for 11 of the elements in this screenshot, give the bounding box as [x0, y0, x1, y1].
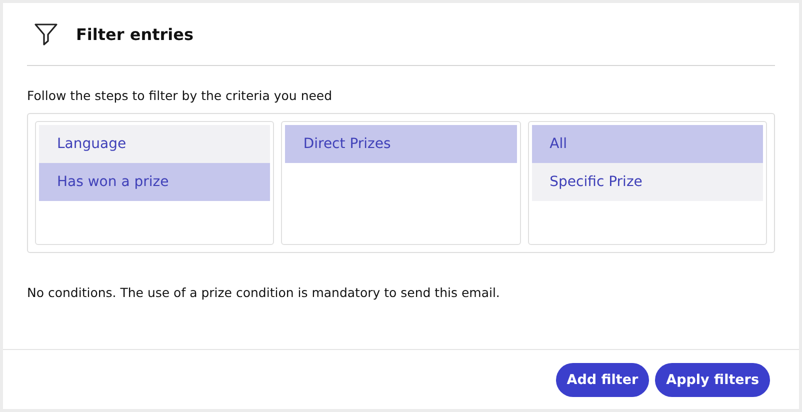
criteria-item[interactable]: All	[532, 125, 763, 163]
criteria-item[interactable]: Has won a prize	[39, 163, 270, 201]
criteria-item[interactable]: Direct Prizes	[285, 125, 517, 163]
filter-icon	[34, 22, 58, 46]
apply-filters-button[interactable]: Apply filters	[655, 362, 770, 396]
criteria-item[interactable]: Language	[39, 125, 270, 163]
criteria-item[interactable]: Specific Prize	[532, 163, 763, 201]
dialog-title: Filter entries	[76, 24, 194, 44]
add-filter-button[interactable]: Add filter	[556, 362, 650, 396]
instructions-text: Follow the steps to filter by the criteria you need	[27, 88, 334, 103]
condition-note: No conditions. The use of a prize condition is mandatory to send this email.	[27, 285, 501, 300]
